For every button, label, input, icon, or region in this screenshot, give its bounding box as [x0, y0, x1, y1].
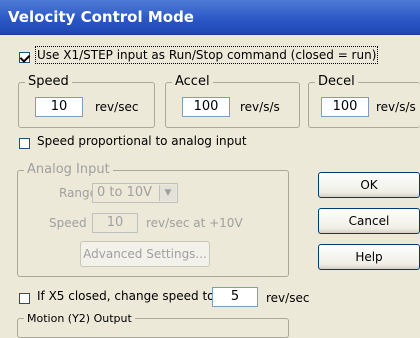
help-button[interactable]: Help: [318, 244, 420, 270]
speed-analog-label[interactable]: Speed proportional to analog input: [37, 134, 247, 148]
range-select[interactable]: 0 to 10V ▼: [92, 183, 178, 203]
analog-speed-label: Speed: [49, 216, 87, 230]
x5-speed-unit: rev/sec: [266, 291, 310, 305]
x5-speed-input[interactable]: 5: [212, 287, 258, 307]
decel-unit: rev/s/s: [376, 100, 416, 114]
speed-unit: rev/sec: [95, 100, 139, 114]
range-select-value: 0 to 10V: [97, 185, 153, 200]
analog-speed-unit: rev/sec at +10V: [146, 216, 243, 230]
analog-input-legend: Analog Input: [24, 162, 113, 177]
title-bar: Velocity Control Mode: [0, 0, 420, 35]
speed-legend: Speed: [25, 74, 72, 89]
cancel-button[interactable]: Cancel: [318, 208, 420, 234]
accel-input[interactable]: 100: [182, 97, 230, 117]
x5-checkbox[interactable]: [19, 293, 30, 304]
run-stop-label[interactable]: Use X1/STEP input as Run/Stop command (c…: [34, 46, 379, 64]
motion-output-group: Motion (Y2) Output: [17, 312, 289, 338]
decel-input[interactable]: 100: [321, 97, 369, 117]
x5-label[interactable]: If X5 closed, change speed to: [37, 289, 215, 303]
window-title: Velocity Control Mode: [8, 8, 194, 26]
speed-input[interactable]: 10: [35, 97, 83, 117]
chevron-down-icon[interactable]: ▼: [159, 185, 176, 201]
analog-speed-input[interactable]: 10: [92, 213, 138, 233]
advanced-settings-button[interactable]: Advanced Settings...: [80, 241, 210, 267]
accel-legend: Accel: [172, 74, 213, 89]
speed-analog-checkbox[interactable]: [19, 138, 30, 149]
run-stop-checkbox[interactable]: [19, 52, 30, 63]
accel-unit: rev/s/s: [240, 100, 280, 114]
decel-legend: Decel: [315, 74, 358, 89]
ok-button[interactable]: OK: [318, 172, 420, 198]
motion-output-legend: Motion (Y2) Output: [24, 312, 135, 325]
